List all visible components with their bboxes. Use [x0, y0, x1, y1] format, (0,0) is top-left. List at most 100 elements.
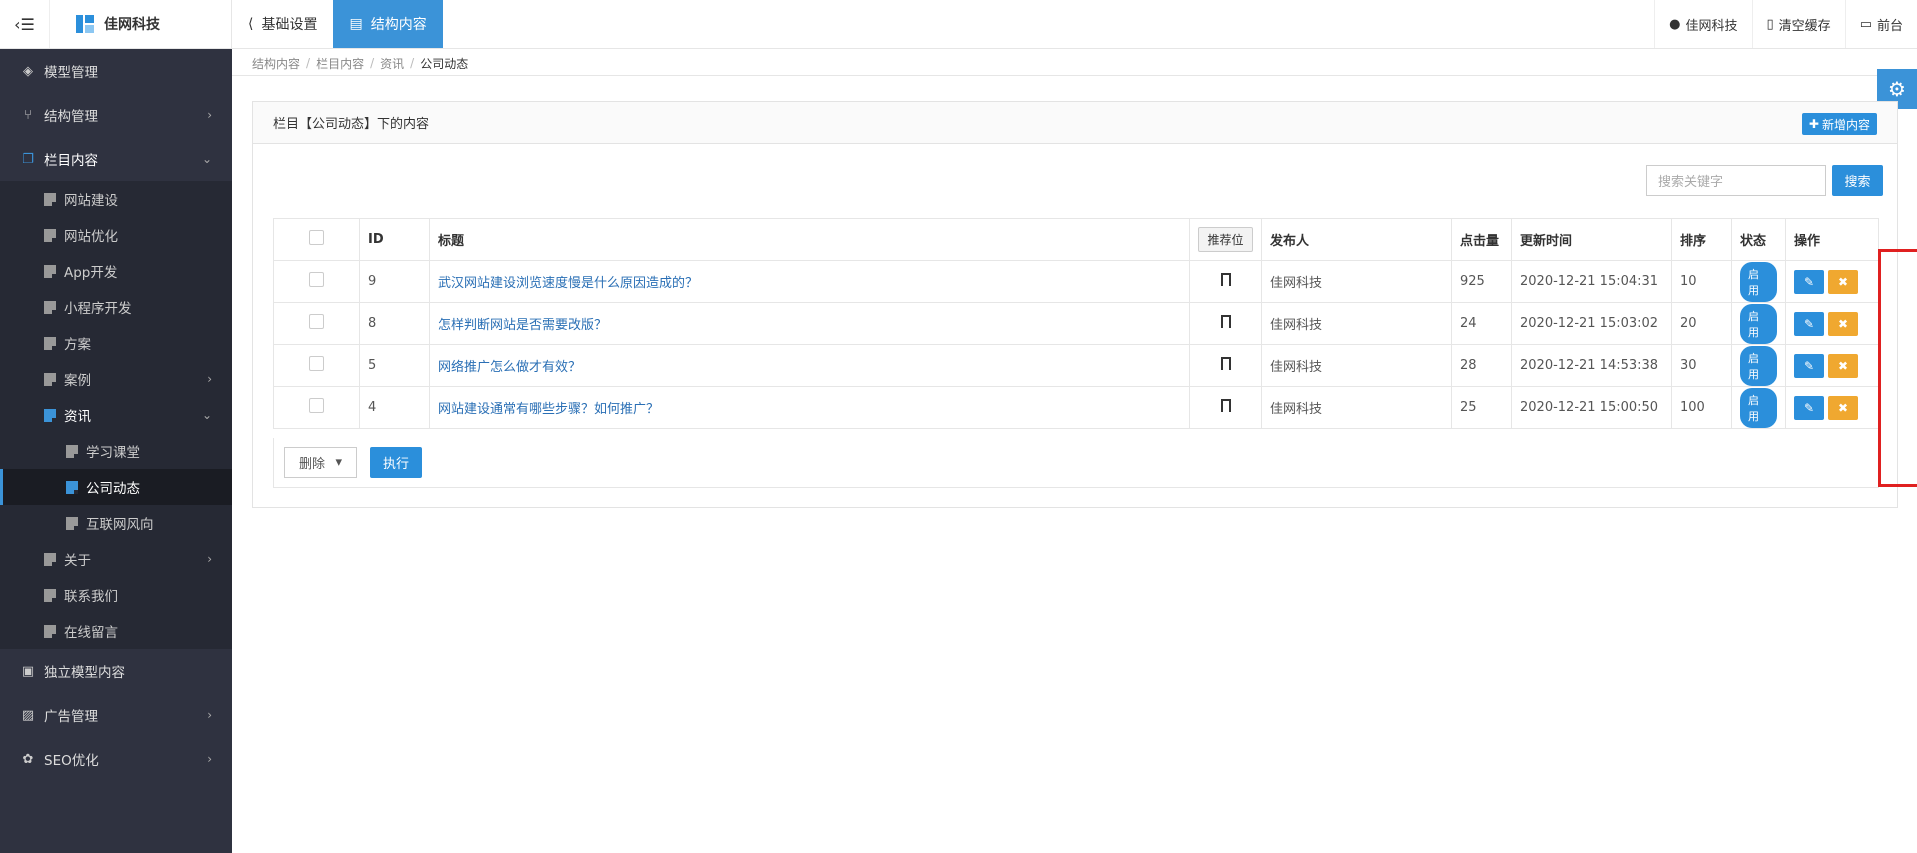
- laptop-icon: ▭: [1859, 16, 1872, 32]
- edit-icon[interactable]: ✎: [1794, 395, 1824, 420]
- sidebar-label: 网站优化: [64, 229, 118, 245]
- status-badge[interactable]: 启用: [1740, 303, 1777, 344]
- recommend-button[interactable]: 推荐位: [1198, 227, 1253, 252]
- breadcrumb-item[interactable]: 结构内容: [252, 55, 300, 72]
- sidebar-item-ads[interactable]: ▨ 广告管理 ›: [0, 693, 232, 737]
- user-menu[interactable]: ● 佳网科技: [1654, 0, 1751, 48]
- table-header-row: ID 标题 推荐位 发布人 点击量 更新时间 排序 状态 操作: [273, 218, 1879, 261]
- user-icon: ●: [1669, 16, 1681, 32]
- sidebar-item-column-content[interactable]: ❐ 栏目内容 ⌄: [0, 137, 232, 181]
- edit-icon[interactable]: ✎: [1794, 269, 1824, 294]
- search-button[interactable]: 搜索: [1832, 165, 1883, 196]
- cell-title: 网络推广怎么做才有效？: [429, 344, 1190, 387]
- search-input[interactable]: 搜索关键字: [1646, 165, 1826, 196]
- select-all-cell: [273, 218, 360, 261]
- bulk-action-select[interactable]: 删除 ▾: [284, 447, 357, 478]
- sidebar-item-solution[interactable]: 方案: [0, 325, 232, 361]
- cell-ops: ✎ ✖: [1785, 386, 1879, 429]
- title-link[interactable]: 网络推广怎么做才有效？: [438, 360, 581, 375]
- tab-structure-content[interactable]: ▤ 结构内容: [333, 0, 443, 48]
- delete-icon[interactable]: ✖: [1828, 269, 1858, 294]
- row-checkbox[interactable]: [309, 314, 324, 329]
- cell-recommend: [1189, 386, 1262, 429]
- clear-cache-button[interactable]: ▯ 清空缓存: [1751, 0, 1845, 48]
- cell-sort: 30: [1671, 344, 1732, 387]
- breadcrumb: 结构内容 / 栏目内容 / 资讯 / 公司动态: [252, 55, 469, 72]
- status-badge[interactable]: 启用: [1740, 261, 1777, 302]
- execute-button[interactable]: 执行: [370, 447, 422, 478]
- col-updated[interactable]: 更新时间: [1511, 218, 1672, 261]
- title-link[interactable]: 武汉网站建设浏览速度慢是什么原因造成的？: [438, 276, 698, 291]
- sidebar-item-seo-opt[interactable]: 网站优化: [0, 217, 232, 253]
- sidebar-item-website[interactable]: 网站建设: [0, 181, 232, 217]
- cell-ops: ✎ ✖: [1785, 260, 1879, 303]
- add-content-button[interactable]: ✚ 新增内容: [1801, 113, 1877, 135]
- breadcrumb-item[interactable]: 资讯: [380, 55, 404, 72]
- row-checkbox[interactable]: [309, 272, 324, 287]
- share-icon: ⟨: [248, 16, 254, 32]
- sidebar-item-independent-model[interactable]: ▣ 独立模型内容: [0, 649, 232, 693]
- sidebar-item-seo[interactable]: ✿ SEO优化 ›: [0, 737, 232, 781]
- col-sort[interactable]: 排序: [1671, 218, 1732, 261]
- sidebar-item-about[interactable]: 关于 ›: [0, 541, 232, 577]
- sidebar-item-model[interactable]: ◈ 模型管理: [0, 49, 232, 93]
- bookmark-icon[interactable]: [1220, 315, 1231, 332]
- cell-id: 8: [359, 302, 430, 345]
- title-link[interactable]: 网站建设通常有哪些步骤？如何推广？: [438, 402, 659, 417]
- bookmark-icon[interactable]: [1220, 273, 1231, 290]
- top-nav: ⟨ 基础设置 ▤ 结构内容: [232, 0, 443, 48]
- status-badge[interactable]: 启用: [1740, 345, 1777, 386]
- row-checkbox-cell: [273, 386, 360, 429]
- sidebar: ◈ 模型管理 ⑂ 结构管理 › ❐ 栏目内容 ⌄ 网站建设 网站优化 App开发 小程序开…: [0, 49, 232, 853]
- menu-toggle-icon[interactable]: ‹☰: [0, 0, 50, 48]
- bookmark-icon[interactable]: [1220, 399, 1231, 416]
- edit-icon[interactable]: ✎: [1794, 311, 1824, 336]
- col-clicks[interactable]: 点击量: [1451, 218, 1512, 261]
- cell-ops: ✎ ✖: [1785, 302, 1879, 345]
- delete-icon[interactable]: ✖: [1828, 395, 1858, 420]
- sidebar-label: 关于: [64, 553, 91, 569]
- table-row: 9 武汉网站建设浏览速度慢是什么原因造成的？ 佳网科技 925 2020-12-21 1…: [273, 260, 1879, 303]
- sidebar-item-news[interactable]: 资讯 ⌄: [0, 397, 232, 433]
- tab-label: 基础设置: [261, 17, 318, 33]
- select-all-checkbox[interactable]: [309, 230, 324, 245]
- logo-icon: [76, 15, 94, 33]
- cell-id: 5: [359, 344, 430, 387]
- cell-status: 启用: [1731, 386, 1786, 429]
- sidebar-item-app[interactable]: App开发: [0, 253, 232, 289]
- sidebar-item-contact[interactable]: 联系我们: [0, 577, 232, 613]
- bookmark-icon[interactable]: [1220, 357, 1231, 374]
- sidebar-item-structure[interactable]: ⑂ 结构管理 ›: [0, 93, 232, 137]
- document-icon: [44, 300, 56, 314]
- edit-icon[interactable]: ✎: [1794, 353, 1824, 378]
- frontend-link[interactable]: ▭ 前台: [1844, 0, 1917, 48]
- col-ops: 操作: [1785, 218, 1879, 261]
- cell-publisher: 佳网科技: [1261, 260, 1452, 303]
- tab-basic-settings[interactable]: ⟨ 基础设置: [232, 0, 333, 48]
- col-id[interactable]: ID: [359, 218, 430, 261]
- copy-icon: ❐: [22, 151, 34, 167]
- clear-cache-label: 清空缓存: [1778, 18, 1831, 34]
- title-link[interactable]: 怎样判断网站是否需要改版？: [438, 318, 607, 333]
- sidebar-item-message[interactable]: 在线留言: [0, 613, 232, 649]
- sidebar-item-internet-trends[interactable]: 互联网风向: [0, 505, 232, 541]
- col-title[interactable]: 标题: [429, 218, 1190, 261]
- status-badge[interactable]: 启用: [1740, 387, 1777, 428]
- delete-icon[interactable]: ✖: [1828, 311, 1858, 336]
- logo[interactable]: 佳网科技: [76, 0, 160, 48]
- branch-icon: ⑂: [24, 107, 32, 123]
- row-checkbox[interactable]: [309, 356, 324, 371]
- cell-clicks: 25: [1451, 386, 1512, 429]
- cell-id: 4: [359, 386, 430, 429]
- chevron-right-icon: ›: [207, 108, 212, 122]
- sidebar-item-learning[interactable]: 学习课堂: [0, 433, 232, 469]
- delete-icon[interactable]: ✖: [1828, 353, 1858, 378]
- sidebar-item-company-news[interactable]: 公司动态: [0, 469, 232, 505]
- cell-id: 9: [359, 260, 430, 303]
- add-label: 新增内容: [1821, 117, 1870, 132]
- sidebar-item-miniprogram[interactable]: 小程序开发: [0, 289, 232, 325]
- row-checkbox[interactable]: [309, 398, 324, 413]
- sidebar-item-case[interactable]: 案例 ›: [0, 361, 232, 397]
- breadcrumb-item[interactable]: 栏目内容: [316, 55, 364, 72]
- sidebar-label: 学习课堂: [86, 445, 140, 461]
